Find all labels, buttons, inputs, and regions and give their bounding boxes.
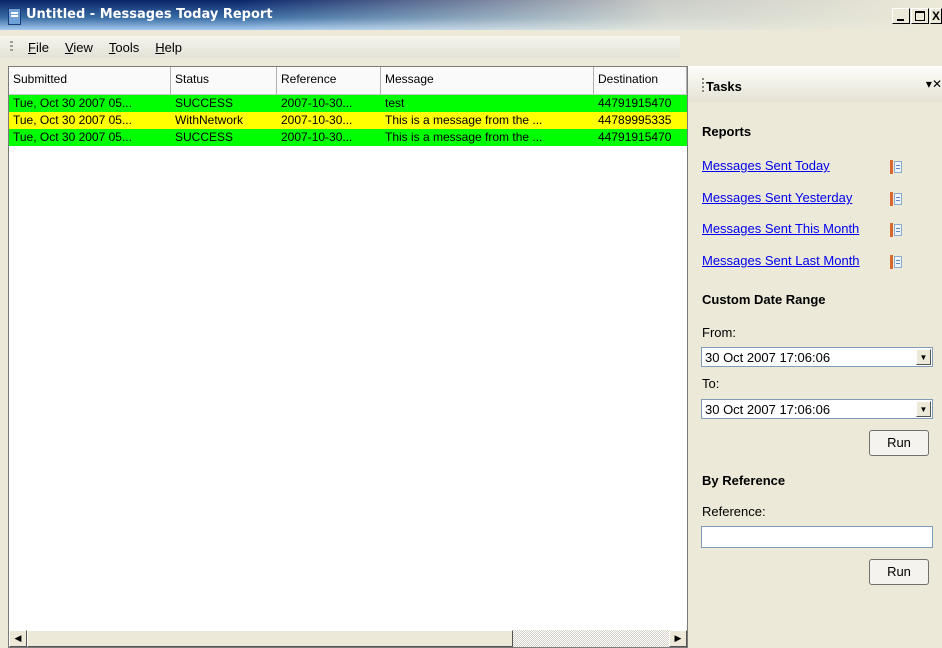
window-title: Untitled - Messages Today Report bbox=[26, 7, 273, 22]
menu-tools-label: ools bbox=[115, 39, 140, 55]
report-icon bbox=[890, 192, 902, 206]
reference-label: Reference: bbox=[702, 504, 766, 519]
caption-buttons: X bbox=[891, 8, 942, 24]
scroll-right-icon[interactable]: ▶ bbox=[669, 630, 687, 647]
column-header-destination[interactable]: Destination bbox=[594, 67, 687, 94]
menu-file-mnemonic: F bbox=[28, 39, 36, 55]
report-icon bbox=[890, 223, 902, 237]
cell-destination: 44791915470 bbox=[598, 130, 672, 144]
table-row[interactable]: Tue, Oct 30 2007 05... SUCCESS 2007-10-3… bbox=[9, 95, 687, 112]
cell-message: test bbox=[385, 96, 405, 110]
menu-help-mnemonic: H bbox=[155, 39, 165, 55]
run-reference-button[interactable]: Run bbox=[869, 559, 929, 585]
menu-file-label: ile bbox=[35, 39, 49, 55]
cell-status: SUCCESS bbox=[175, 96, 234, 110]
grid-header: Submitted Status Reference Message Desti… bbox=[9, 67, 687, 95]
report-icon bbox=[890, 255, 902, 269]
to-label: To: bbox=[702, 376, 720, 391]
menu-tools[interactable]: Tools bbox=[101, 40, 147, 55]
report-icon bbox=[890, 160, 902, 174]
menu-help-label: elp bbox=[164, 39, 183, 55]
column-header-reference[interactable]: Reference bbox=[277, 67, 381, 94]
table-row[interactable]: Tue, Oct 30 2007 05... WithNetwork 2007-… bbox=[9, 112, 687, 129]
tasks-header: Tasks ▾✕ bbox=[688, 66, 942, 102]
minimize-button[interactable] bbox=[892, 8, 910, 24]
cell-status: SUCCESS bbox=[175, 130, 234, 144]
to-date-value: 30 Oct 2007 17:06:06 bbox=[705, 402, 831, 417]
custom-date-range-heading: Custom Date Range bbox=[702, 292, 826, 307]
cell-message: This is a message from the ... bbox=[385, 130, 543, 144]
cell-submitted: Tue, Oct 30 2007 05... bbox=[13, 96, 132, 110]
menu-help[interactable]: Help bbox=[147, 40, 190, 55]
chevron-down-icon[interactable]: ▼ bbox=[916, 401, 931, 417]
column-header-status[interactable]: Status bbox=[171, 67, 277, 94]
cell-reference: 2007-10-30... bbox=[281, 96, 353, 110]
tasks-pane: Tasks ▾✕ Reports Messages Sent Today Mes… bbox=[688, 66, 942, 648]
from-date-value: 30 Oct 2007 17:06:06 bbox=[705, 350, 831, 365]
tasks-title: Tasks bbox=[706, 79, 742, 94]
tasks-grip-icon[interactable] bbox=[702, 78, 704, 92]
title-bar: Untitled - Messages Today Report X bbox=[0, 0, 942, 30]
cell-reference: 2007-10-30... bbox=[281, 113, 353, 127]
maximize-button[interactable] bbox=[911, 8, 929, 24]
cell-message: This is a message from the ... bbox=[385, 113, 543, 127]
column-header-submitted[interactable]: Submitted bbox=[9, 67, 171, 94]
chevron-down-icon[interactable]: ▼ bbox=[916, 349, 931, 365]
close-button[interactable]: X bbox=[930, 8, 942, 24]
horizontal-scrollbar[interactable]: ◀ ▶ bbox=[9, 630, 687, 647]
cell-reference: 2007-10-30... bbox=[281, 130, 353, 144]
menu-bar: File View Tools Help bbox=[0, 36, 680, 58]
scroll-left-icon[interactable]: ◀ bbox=[9, 630, 27, 647]
cell-status: WithNetwork bbox=[175, 113, 244, 127]
title-bar-fade bbox=[240, 0, 942, 30]
report-link-today[interactable]: Messages Sent Today bbox=[702, 158, 830, 173]
menu-file[interactable]: File bbox=[20, 40, 57, 55]
run-date-range-button[interactable]: Run bbox=[869, 430, 929, 456]
from-label: From: bbox=[702, 325, 736, 340]
cell-submitted: Tue, Oct 30 2007 05... bbox=[13, 130, 132, 144]
report-link-this-month[interactable]: Messages Sent This Month bbox=[702, 221, 859, 236]
menu-grip-icon[interactable] bbox=[10, 41, 13, 53]
cell-submitted: Tue, Oct 30 2007 05... bbox=[13, 113, 132, 127]
report-link-last-month[interactable]: Messages Sent Last Month bbox=[702, 253, 860, 268]
menu-view[interactable]: View bbox=[57, 40, 101, 55]
tasks-pane-controls[interactable]: ▾✕ bbox=[926, 77, 942, 91]
scroll-track[interactable] bbox=[27, 630, 669, 647]
reports-heading: Reports bbox=[702, 124, 752, 139]
table-row[interactable]: Tue, Oct 30 2007 05... SUCCESS 2007-10-3… bbox=[9, 129, 687, 146]
report-link-yesterday[interactable]: Messages Sent Yesterday bbox=[702, 190, 852, 205]
to-date-picker[interactable]: 30 Oct 2007 17:06:06 ▼ bbox=[701, 399, 933, 419]
column-header-message[interactable]: Message bbox=[381, 67, 594, 94]
from-date-picker[interactable]: 30 Oct 2007 17:06:06 ▼ bbox=[701, 347, 933, 367]
menu-view-label: iew bbox=[73, 39, 93, 55]
reference-input[interactable] bbox=[701, 526, 933, 548]
scroll-thumb[interactable] bbox=[27, 630, 513, 647]
cell-destination: 44789995335 bbox=[598, 113, 672, 127]
messages-grid[interactable]: Submitted Status Reference Message Desti… bbox=[8, 66, 688, 648]
by-reference-heading: By Reference bbox=[702, 473, 786, 488]
cell-destination: 44791915470 bbox=[598, 96, 672, 110]
app-icon[interactable] bbox=[8, 8, 21, 25]
